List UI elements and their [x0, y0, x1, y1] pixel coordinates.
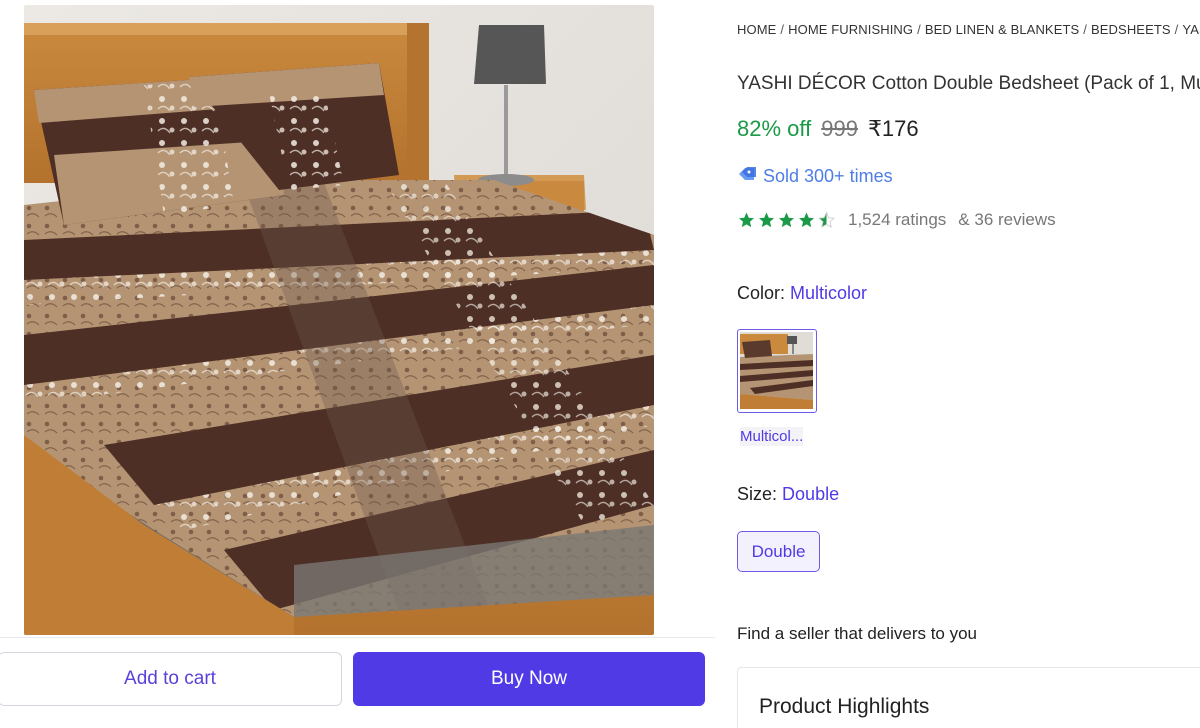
action-bar: Add to cart Buy Now [0, 637, 715, 728]
half-star-icon [818, 211, 835, 228]
size-option-double[interactable]: Double [737, 531, 820, 572]
color-label: Color: Multicolor [737, 283, 867, 304]
color-label-text: Color: [737, 283, 786, 303]
selling-price: ₹176 [867, 116, 919, 141]
size-value: Double [782, 484, 840, 504]
product-details: HOME / HOME FURNISHING / BED LINEN & BLANKET… [737, 0, 1200, 728]
breadcrumb: HOME / HOME FURNISHING / BED LINEN & BLANKET… [737, 22, 1200, 37]
ratings-count: 1,524 ratings [848, 210, 947, 229]
mrp-price: 999 [821, 116, 858, 141]
sold-count: Sold 300+ times [737, 166, 893, 187]
swatch-thumbnail [740, 332, 813, 409]
breadcrumb-home[interactable]: HOME [737, 22, 776, 37]
color-swatch-caption: Multicol... [740, 427, 804, 446]
sold-text: Sold 300+ times [763, 166, 893, 186]
product-highlights-card: Product Highlights [737, 667, 1200, 728]
size-label-text: Size: [737, 484, 778, 504]
color-value: Multicolor [790, 283, 868, 303]
seller-delivery-text[interactable]: Find a seller that delivers to you [737, 624, 977, 644]
product-highlights-title: Product Highlights [759, 695, 930, 718]
discount-label: 82% off [737, 116, 812, 141]
star-icon [799, 212, 814, 228]
reviews-count: & 36 reviews [958, 210, 1056, 229]
breadcrumb-home-furnishing[interactable]: HOME FURNISHING [788, 22, 913, 37]
breadcrumb-bedsheets[interactable]: BEDSHEETS [1091, 22, 1171, 37]
bed-image [24, 5, 654, 635]
star-icon [759, 212, 774, 228]
price-row: 82% off 999 ₹176 [737, 116, 919, 142]
star-rating [737, 211, 836, 229]
breadcrumb-bed-linen[interactable]: BED LINEN & BLANKETS [925, 22, 1079, 37]
ratings-row[interactable]: 1,524 ratings & 36 reviews [737, 210, 1056, 230]
product-image[interactable] [24, 5, 654, 635]
breadcrumb-brand[interactable]: YASHI DÉCOR BEDSHEETS [1182, 22, 1200, 37]
add-to-cart-button[interactable]: Add to cart [0, 652, 342, 706]
size-label: Size: Double [737, 484, 839, 505]
color-swatch-multicolor[interactable] [737, 329, 817, 413]
tag-icon [737, 166, 757, 187]
star-icon [779, 212, 794, 228]
product-title: YASHI DÉCOR Cotton Double Bedsheet (Pack… [737, 73, 1200, 94]
buy-now-button[interactable]: Buy Now [353, 652, 705, 706]
star-icon [739, 212, 754, 228]
